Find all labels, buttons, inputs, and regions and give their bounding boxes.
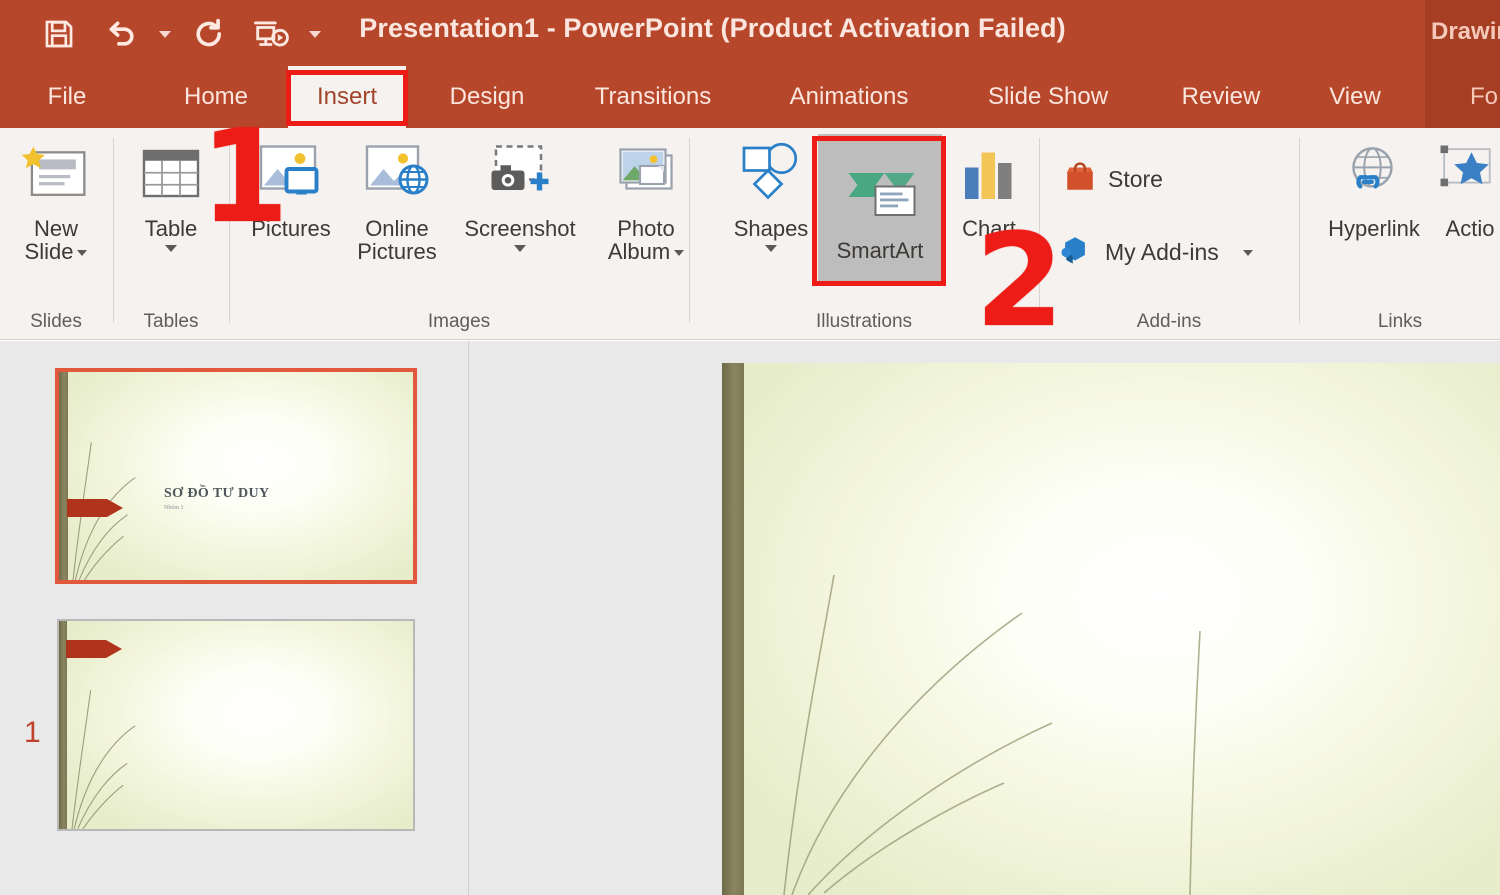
shapes-label: Shapes xyxy=(733,216,809,241)
slide-subtitle-1: Nhóm 1 xyxy=(164,505,184,511)
step-marker-2: 2 xyxy=(975,207,1065,356)
tab-slide-show[interactable]: Slide Show xyxy=(970,66,1126,128)
group-label-slides: Slides xyxy=(30,311,82,332)
smartart-icon xyxy=(839,158,921,236)
slide-background xyxy=(722,363,1500,895)
slide-title-1: SƠ ĐỒ TƯ DUY xyxy=(164,486,270,501)
tab-format[interactable]: Fo xyxy=(1462,66,1500,128)
work-area: 1 SƠ ĐỒ TƯ DUY Nhóm 1 xyxy=(0,341,1500,895)
chevron-down-icon[interactable] xyxy=(1242,249,1253,256)
slide-thumbnail-1[interactable]: SƠ ĐỒ TƯ DUY Nhóm 1 xyxy=(55,368,417,584)
store-label: Store xyxy=(1108,166,1163,192)
screenshot-button[interactable]: Screenshot xyxy=(450,136,590,257)
tab-file[interactable]: File xyxy=(26,66,108,128)
slide-thumbnail-2[interactable] xyxy=(57,619,415,831)
photo-album-label: Photo Album xyxy=(608,217,685,263)
slide-background xyxy=(59,372,413,580)
store-icon xyxy=(1062,160,1098,199)
new-slide-label: New Slide xyxy=(25,217,88,263)
group-label-tables: Tables xyxy=(143,311,199,332)
chevron-down-icon[interactable] xyxy=(165,241,177,257)
action-icon xyxy=(1432,136,1500,214)
step-marker-1: 1 xyxy=(200,103,290,252)
chart-icon xyxy=(953,136,1025,214)
action-button[interactable]: Actio xyxy=(1440,136,1500,241)
screenshot-icon xyxy=(481,136,559,214)
table-label: Table xyxy=(144,216,198,241)
new-slide-button[interactable]: New Slide xyxy=(8,136,104,263)
hyperlink-button[interactable]: Hyperlink xyxy=(1310,136,1438,241)
screenshot-label: Screenshot xyxy=(464,216,576,241)
photo-album-icon xyxy=(607,136,685,214)
tab-design[interactable]: Design xyxy=(428,66,546,128)
smartart-label: SmartArt xyxy=(836,237,924,263)
photo-album-button[interactable]: Photo Album xyxy=(596,136,696,263)
my-addins-label: My Add-ins xyxy=(1105,239,1219,265)
hyperlink-icon xyxy=(1336,136,1412,214)
slide-edit-pane[interactable] xyxy=(470,341,1500,895)
store-button[interactable]: Store xyxy=(1062,160,1163,199)
group-label-links: Links xyxy=(1377,311,1423,332)
tab-view[interactable]: View xyxy=(1315,66,1395,128)
chevron-down-icon[interactable] xyxy=(77,249,88,256)
chevron-down-icon[interactable] xyxy=(765,241,777,257)
current-slide-canvas[interactable] xyxy=(722,363,1500,895)
tab-review[interactable]: Review xyxy=(1166,66,1276,128)
group-label-images: Images xyxy=(427,311,491,332)
shapes-button[interactable]: Shapes xyxy=(726,136,816,257)
chevron-down-icon[interactable] xyxy=(514,241,526,257)
new-slide-icon xyxy=(19,136,93,214)
slide-arrow-banner xyxy=(66,640,122,658)
chevron-down-icon[interactable] xyxy=(674,249,685,256)
online-pictures-icon xyxy=(358,136,436,214)
slide-number-1: 1 xyxy=(24,716,41,749)
tab-animations[interactable]: Animations xyxy=(768,66,930,128)
slide-thumbnail-pane[interactable]: 1 SƠ ĐỒ TƯ DUY Nhóm 1 xyxy=(0,341,469,895)
smartart-button[interactable]: SmartArt xyxy=(818,134,942,286)
window-title: Presentation1 - PowerPoint (Product Acti… xyxy=(359,13,1066,43)
hyperlink-label: Hyperlink xyxy=(1328,216,1420,241)
slide-left-bar xyxy=(59,372,68,580)
context-tab-title: Drawing Tools xyxy=(1431,18,1500,45)
online-pictures-button[interactable]: Online Pictures xyxy=(344,136,450,263)
tab-transitions[interactable]: Transitions xyxy=(572,66,734,128)
shapes-icon xyxy=(732,136,810,214)
slide-arrow-banner xyxy=(67,499,123,517)
table-icon xyxy=(135,136,207,214)
title-bar: Presentation1 - PowerPoint (Product Acti… xyxy=(0,0,1500,66)
tab-insert[interactable]: Insert xyxy=(288,66,406,128)
my-addins-button[interactable]: My Add-ins xyxy=(1055,232,1253,273)
slide-left-bar xyxy=(722,363,744,895)
action-label: Actio xyxy=(1445,216,1495,241)
online-pictures-label: Online Pictures xyxy=(357,216,437,264)
group-label-addins: Add-ins xyxy=(1136,311,1202,332)
